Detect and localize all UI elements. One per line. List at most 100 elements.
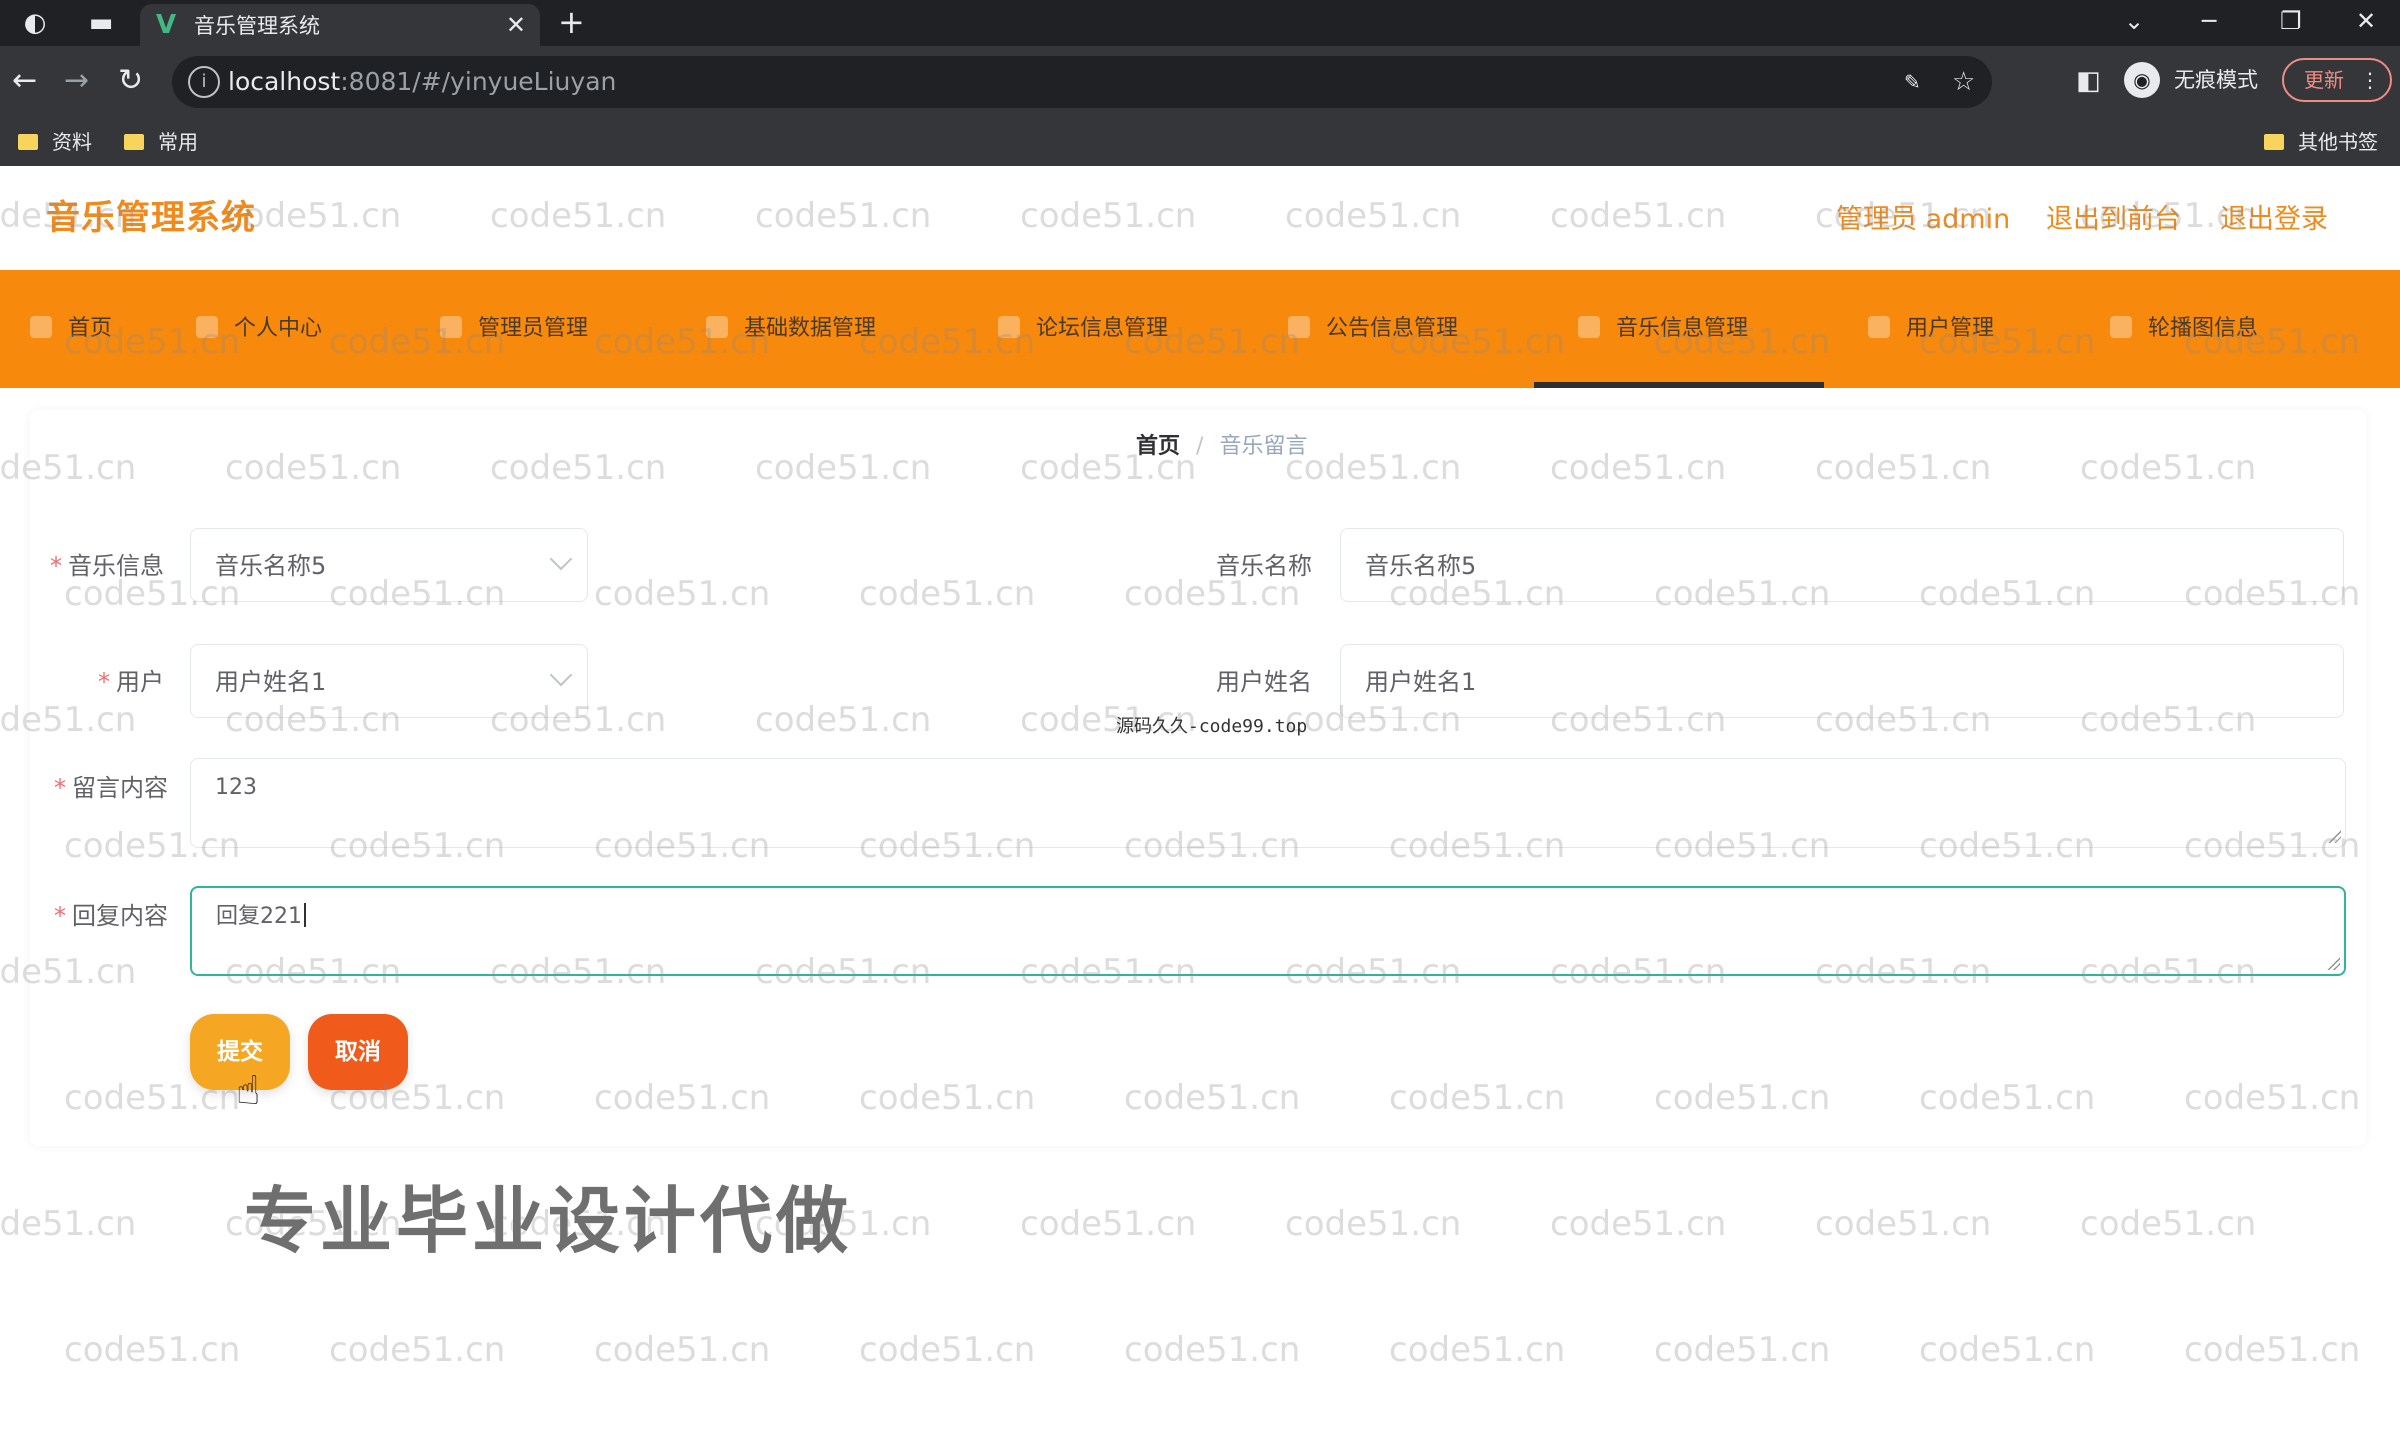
music-info-label: * 音乐信息 [50,552,164,580]
promo-overlay-text: 专业毕业设计代做 [244,1179,853,1263]
nav-item-music[interactable]: 音乐信息管理 [1578,270,1748,388]
breadcrumb-separator: / [1196,434,1204,459]
nav-item-profile[interactable]: 个人中心 [196,270,322,388]
nav-active-indicator [1534,382,1824,388]
tab-search-icon[interactable]: ▬ [86,8,116,38]
browser-tab-bar: ◐ ▬ V 音乐管理系统 ✕ + ⌄ ─ ❐ ✕ [0,0,2400,46]
music-icon [1578,316,1600,338]
nav-label: 公告信息管理 [1326,316,1459,341]
watermark-text: code51.cn [1550,1204,1727,1244]
url-text[interactable]: localhost:8081/#/yinyueLiuyan [228,68,616,96]
bookmark-folder-1[interactable]: 资料 [18,128,92,156]
bookmark-folder-2[interactable]: 常用 [124,128,198,156]
watermark-text: code51.cn [2184,1330,2361,1370]
watermark-text: code51.cn [0,1204,137,1244]
reply-textarea[interactable]: 回复221 [190,886,2346,976]
nav-label: 个人中心 [234,316,323,341]
reply-label: * 回复内容 [54,902,168,930]
resize-handle-icon[interactable] [2327,829,2341,843]
text-caret [304,903,306,927]
breadcrumb: 首页 / 音乐留言 [1136,432,1307,462]
translate-icon[interactable]: ✎ [1904,66,1921,98]
watermark-text: code51.cn [64,1330,241,1370]
watermark-text: code51.cn [329,1330,506,1370]
tab-close-icon[interactable]: ✕ [506,10,526,40]
back-to-frontend-link[interactable]: 退出到前台 [2046,202,2181,238]
watermark-text: code51.cn [1285,1204,1462,1244]
admin-icon [440,316,462,338]
forum-icon [998,316,1020,338]
reload-icon[interactable]: ↻ [118,64,143,98]
logout-link[interactable]: 退出登录 [2220,202,2328,238]
label-text: 用户 [116,668,164,696]
incognito-icon: ◉ [2124,62,2160,98]
url-path: :8081/#/yinyueLiuyan [340,67,617,96]
site-info-icon[interactable]: i [188,66,220,98]
watermark-text: code51.cn [1919,1330,2096,1370]
more-menu-icon[interactable]: ⋮ [2360,60,2380,100]
side-panel-icon[interactable]: ◧ [2076,64,2101,98]
carousel-icon [2110,316,2132,338]
bookmark-label: 常用 [158,130,198,154]
update-button[interactable]: 更新 ⋮ [2282,58,2392,102]
nav-item-carousel[interactable]: 轮播图信息 [2110,270,2258,388]
browser-tab[interactable]: V 音乐管理系统 ✕ [140,4,540,46]
url-host: localhost [228,67,341,96]
bookmark-label: 其他书签 [2298,130,2378,154]
other-bookmarks[interactable]: 其他书签 [2264,128,2378,156]
app-title: 音乐管理系统 [46,198,256,238]
bookmarks-bar: 资料 常用 其他书签 [0,118,2400,167]
new-tab-icon[interactable]: + [558,6,585,38]
browser-toolbar: ← → ↻ i localhost:8081/#/yinyueLiuyan ☆ … [0,46,2400,118]
update-label: 更新 [2304,68,2344,92]
close-window-icon[interactable]: ✕ [2356,6,2376,36]
nav-item-users[interactable]: 用户管理 [1868,270,1994,388]
data-icon [706,316,728,338]
vue-favicon-icon: V [156,10,177,40]
folder-icon [2264,134,2284,150]
nav-item-basic-data[interactable]: 基础数据管理 [706,270,876,388]
bookmark-label: 资料 [52,130,92,154]
label-text: 音乐信息 [68,552,164,580]
nav-item-forum[interactable]: 论坛信息管理 [998,270,1168,388]
nav-item-home[interactable]: 首页 [30,270,112,388]
center-watermark: 源码久久-code99.top [1116,716,1308,737]
restore-icon[interactable]: ❐ [2280,6,2302,36]
nav-item-admin[interactable]: 管理员管理 [440,270,588,388]
message-label: * 留言内容 [54,774,168,802]
user-name-field[interactable]: 用户姓名1 [1340,644,2344,718]
back-icon[interactable]: ← [12,64,37,98]
folder-icon [18,134,38,150]
label-text: 回复内容 [72,902,168,930]
tab-list-chevron-icon[interactable]: ⌄ [2124,6,2144,36]
watermark-text: code51.cn [1124,1330,1301,1370]
user-value: 用户姓名1 [215,668,327,696]
nav-label: 音乐信息管理 [1616,316,1749,341]
address-bar[interactable]: i localhost:8081/#/yinyueLiuyan ☆ ✎ [172,56,1992,108]
app-header: 音乐管理系统 管理员 admin 退出到前台 退出登录 [0,166,2400,270]
nav-item-notice[interactable]: 公告信息管理 [1288,270,1458,388]
reply-value: 回复221 [216,902,306,932]
resize-handle-icon[interactable] [2326,956,2340,970]
user-select[interactable]: 用户姓名1 [190,644,588,718]
label-text: 留言内容 [72,774,168,802]
browser-menu-icon[interactable]: ◐ [20,8,50,38]
cancel-button[interactable]: 取消 [308,1014,408,1090]
music-info-select[interactable]: 音乐名称5 [190,528,588,602]
users-icon [1868,316,1890,338]
music-name-value: 音乐名称5 [1365,552,1477,580]
message-textarea[interactable]: 123 [190,758,2346,848]
forward-icon[interactable]: → [64,64,89,98]
watermark-text: code51.cn [1020,1204,1197,1244]
main-nav: 首页 个人中心 管理员管理 基础数据管理 论坛信息管理 公告信息管理 音乐信息管… [0,270,2400,388]
user-name-label: 用户姓名 [1216,668,1312,696]
minimize-icon[interactable]: ─ [2202,6,2216,36]
music-name-field[interactable]: 音乐名称5 [1340,528,2344,602]
watermark-text: code51.cn [859,1330,1036,1370]
bookmark-star-icon[interactable]: ☆ [1952,66,1975,98]
breadcrumb-home[interactable]: 首页 [1136,434,1180,459]
user-label: * 用户 [98,668,164,696]
nav-label: 论坛信息管理 [1036,316,1169,341]
nav-label: 基础数据管理 [744,316,877,341]
chevron-down-icon [549,663,573,687]
